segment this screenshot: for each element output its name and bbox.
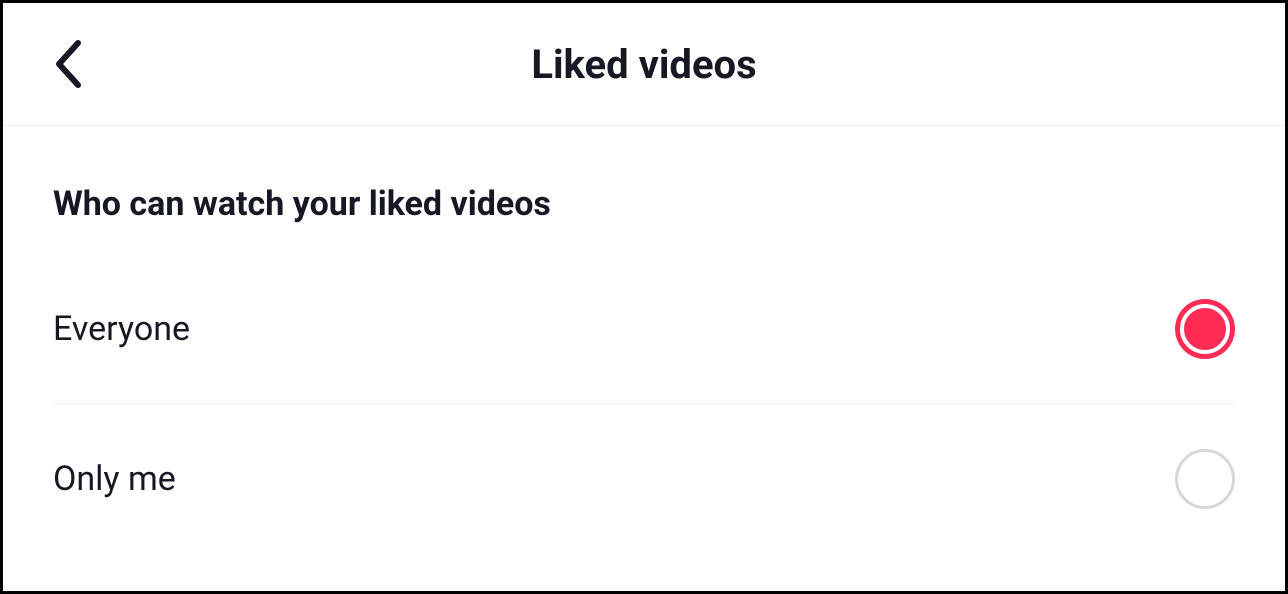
option-everyone[interactable]: Everyone [53, 254, 1235, 404]
chevron-left-icon [53, 39, 83, 89]
option-label: Everyone [53, 309, 190, 349]
option-only-me[interactable]: Only me [53, 404, 1235, 554]
radio-unselected-icon [1175, 449, 1235, 509]
back-button[interactable] [53, 39, 83, 89]
option-label: Only me [53, 459, 176, 499]
content: Who can watch your liked videos Everyone… [3, 126, 1285, 554]
page-title: Liked videos [3, 41, 1285, 88]
section-heading: Who can watch your liked videos [53, 126, 1235, 254]
header: Liked videos [3, 3, 1285, 126]
radio-selected-icon [1175, 299, 1235, 359]
